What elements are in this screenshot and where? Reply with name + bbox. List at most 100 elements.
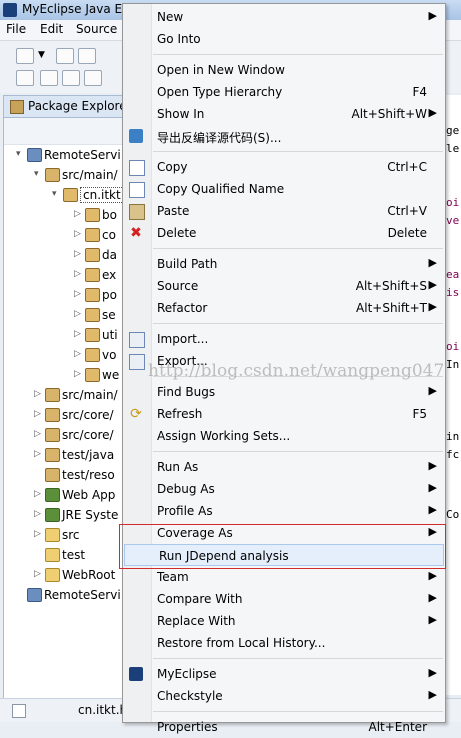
menu-item-copy[interactable]: Copy Ctrl+C (123, 156, 445, 178)
submenu-arrow-icon: ▶ (428, 384, 437, 397)
tree-row[interactable]: ▾ cn.itkt. (4, 185, 128, 205)
tree-row[interactable]: ▷ uti (4, 325, 124, 345)
menu-item-go-into[interactable]: Go Into (123, 28, 445, 50)
tree-row[interactable]: ▷ JRE Syste (4, 505, 124, 525)
collapsed-twisty-icon[interactable]: ▷ (74, 229, 82, 239)
tree-row[interactable]: ▷ src/main/ (4, 385, 124, 405)
menu-separator (153, 711, 443, 712)
menu-item-restore-from-local-history[interactable]: Restore from Local History... (123, 632, 445, 654)
menu-item-import[interactable]: Import... (123, 328, 445, 350)
save-all-icon[interactable] (78, 48, 96, 64)
menu-item-new[interactable]: New ▶ (123, 6, 445, 28)
tree-row[interactable]: ▷ ex (4, 265, 124, 285)
collapsed-twisty-icon[interactable]: ▷ (34, 409, 42, 419)
tree-row[interactable]: RemoteServi (4, 585, 124, 605)
submenu-arrow-icon: ▶ (428, 503, 437, 516)
save-icon[interactable] (56, 48, 74, 64)
tree-row[interactable]: ▷ src (4, 525, 124, 545)
tree-row[interactable]: ▷ co (4, 225, 124, 245)
tree-row[interactable]: ▷ vo (4, 345, 124, 365)
menu-item-properties[interactable]: Properties Alt+Enter (123, 716, 445, 738)
tree-row[interactable]: ▾ src/main/ (4, 165, 124, 185)
menu-item-assign-working-sets[interactable]: Assign Working Sets... (123, 425, 445, 447)
fold-node-icon (45, 568, 60, 582)
tree-row[interactable]: ▷ Web App (4, 485, 124, 505)
menu-item-source[interactable]: Source Alt+Shift+S ▶ (123, 275, 445, 297)
menu-item-show-in[interactable]: Show In Alt+Shift+W ▶ (123, 103, 445, 125)
run-icon[interactable] (40, 70, 58, 86)
collapsed-twisty-icon[interactable]: ▷ (74, 289, 82, 299)
collapsed-twisty-icon[interactable]: ▷ (74, 269, 82, 279)
menu-item-run-as[interactable]: Run As ▶ (123, 456, 445, 478)
submenu-arrow-icon: ▶ (428, 591, 437, 604)
watermark: http://blog.csdn.net/wangpeng047 (148, 361, 445, 381)
menu-edit[interactable]: Edit (40, 22, 63, 36)
src-node-icon (45, 428, 60, 442)
collapsed-twisty-icon[interactable]: ▷ (74, 209, 82, 219)
menu-item-replace-with[interactable]: Replace With ▶ (123, 610, 445, 632)
menu-item-s[interactable]: 导出反编译源代码(S)... (123, 125, 445, 147)
menu-item-compare-with[interactable]: Compare With ▶ (123, 588, 445, 610)
menu-item-profile-as[interactable]: Profile As ▶ (123, 500, 445, 522)
status-new-icon (12, 704, 26, 718)
collapsed-twisty-icon[interactable]: ▷ (34, 429, 42, 439)
search-icon[interactable] (84, 70, 102, 86)
menu-item-paste[interactable]: Paste Ctrl+V (123, 200, 445, 222)
menu-item-refresh[interactable]: ⟳ Refresh F5 (123, 403, 445, 425)
menu-item-build-path[interactable]: Build Path ▶ (123, 253, 445, 275)
menu-item-copy-qualified-name[interactable]: Copy Qualified Name (123, 178, 445, 200)
tree-node-label: da (102, 248, 117, 262)
tree-row[interactable]: ▷ bo (4, 205, 124, 225)
menu-item-checkstyle[interactable]: Checkstyle ▶ (123, 685, 445, 707)
expanded-twisty-icon[interactable]: ▾ (16, 149, 24, 159)
tree-row[interactable]: test (4, 545, 124, 565)
menu-source[interactable]: Source (76, 22, 117, 36)
src-node-icon (45, 468, 60, 482)
tree-row[interactable]: ▾ RemoteServi (4, 145, 124, 165)
tree-row[interactable]: test/reso (4, 465, 124, 485)
menu-item-label: Restore from Local History... (157, 636, 326, 650)
expanded-twisty-icon[interactable]: ▾ (52, 189, 60, 199)
menu-item-open-in-new-window[interactable]: Open in New Window (123, 59, 445, 81)
collapsed-twisty-icon[interactable]: ▷ (74, 329, 82, 339)
collapsed-twisty-icon[interactable]: ▷ (74, 309, 82, 319)
collapsed-twisty-icon[interactable]: ▷ (34, 569, 42, 579)
menu-item-find-bugs[interactable]: Find Bugs ▶ (123, 381, 445, 403)
tree-row[interactable]: ▷ po (4, 285, 124, 305)
tree-row[interactable]: ▷ src/core/ (4, 425, 124, 445)
menu-item-team[interactable]: Team ▶ (123, 566, 445, 588)
menu-item-myeclipse[interactable]: MyEclipse ▶ (123, 663, 445, 685)
collapsed-twisty-icon[interactable]: ▷ (74, 349, 82, 359)
tree-row[interactable]: ▷ WebRoot (4, 565, 124, 585)
dropdown-arrow-icon[interactable]: ▼ (38, 50, 45, 60)
collapsed-twisty-icon[interactable]: ▷ (74, 249, 82, 259)
tree-node-label: se (102, 308, 116, 322)
tree-row[interactable]: ▷ se (4, 305, 124, 325)
tree-node-label: RemoteServi (44, 588, 121, 602)
menu-item-label: 导出反编译源代码(S)... (157, 131, 282, 145)
menu-item-open-type-hierarchy[interactable]: Open Type Hierarchy F4 (123, 81, 445, 103)
src-node-icon (45, 448, 60, 462)
package-explorer-icon (10, 100, 24, 114)
collapsed-twisty-icon[interactable]: ▷ (34, 529, 42, 539)
open-type-icon[interactable] (62, 70, 80, 86)
tree-row[interactable]: ▷ test/java (4, 445, 124, 465)
new-wizard-icon[interactable] (16, 48, 34, 64)
myeclipse-icon (129, 667, 143, 681)
menu-item-delete[interactable]: ✖ Delete Delete (123, 222, 445, 244)
tree-row[interactable]: ▷ src/core/ (4, 405, 124, 425)
collapsed-twisty-icon[interactable]: ▷ (34, 489, 42, 499)
collapsed-twisty-icon[interactable]: ▷ (34, 509, 42, 519)
menu-item-refactor[interactable]: Refactor Alt+Shift+T ▶ (123, 297, 445, 319)
package-explorer-tab[interactable]: Package Explore (3, 95, 127, 118)
collapsed-twisty-icon[interactable]: ▷ (74, 369, 82, 379)
collapsed-twisty-icon[interactable]: ▷ (34, 389, 42, 399)
collapsed-twisty-icon[interactable]: ▷ (34, 449, 42, 459)
menu-item-debug-as[interactable]: Debug As ▶ (123, 478, 445, 500)
debug-icon[interactable] (16, 70, 34, 86)
tree-row[interactable]: ▷ we (4, 365, 124, 385)
menu-file[interactable]: File (6, 22, 26, 36)
menu-separator (153, 658, 443, 659)
expanded-twisty-icon[interactable]: ▾ (34, 169, 42, 179)
tree-row[interactable]: ▷ da (4, 245, 124, 265)
